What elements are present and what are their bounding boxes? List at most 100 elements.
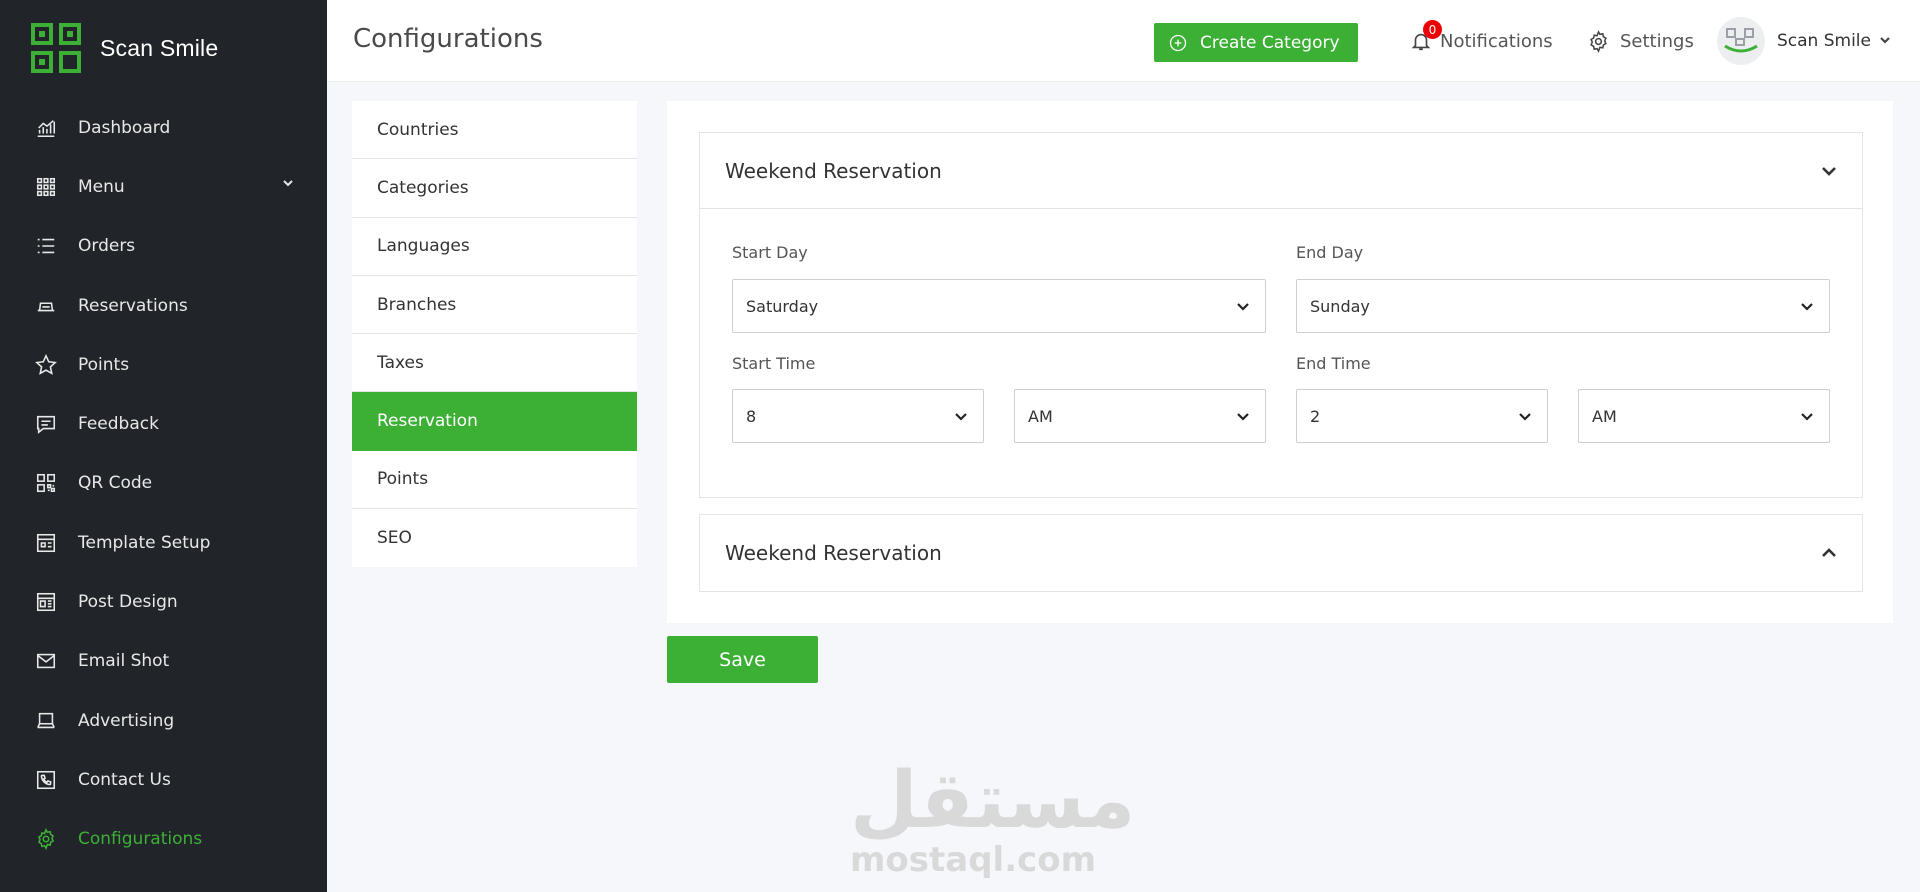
sidebar-item-label: Feedback (78, 414, 159, 435)
watermark: مستقل mostaql.com (850, 756, 1136, 880)
config-item-reservation[interactable]: Reservation (352, 392, 637, 451)
end-hour-value: 2 (1310, 406, 1321, 426)
user-name: Scan Smile (1777, 31, 1871, 51)
sidebar-item-qr-code[interactable]: QR Code (0, 454, 327, 513)
sidebar-item-email-shot[interactable]: Email Shot (0, 632, 327, 691)
sidebar-item-advertising[interactable]: Advertising (0, 691, 327, 750)
feedback-icon (34, 412, 58, 436)
page-title: Configurations (353, 24, 543, 54)
sidebar-item-label: Contact Us (78, 769, 171, 790)
reservation-panel: Weekend Reservation Start Day Saturday E… (667, 101, 1893, 623)
chevron-down-icon (955, 413, 967, 421)
start-time-label: Start Time (732, 354, 816, 373)
sidebar-item-label: Orders (78, 236, 136, 257)
gear-icon (34, 827, 58, 851)
sidebar: Scan Smile Dashboard Menu Orders Reserva… (0, 0, 327, 892)
chevron-up-icon (1822, 548, 1836, 557)
config-item-branches[interactable]: Branches (352, 276, 637, 335)
sidebar-item-feedback[interactable]: Feedback (0, 394, 327, 453)
sidebar-item-points[interactable]: Points (0, 335, 327, 394)
top-header: Configurations Create Category 0 Notific… (327, 0, 1920, 82)
reservation-icon (34, 294, 58, 318)
accordion-header[interactable]: Weekend Reservation (700, 515, 1862, 591)
chevron-down-icon (1237, 303, 1249, 311)
accordion-title: Weekend Reservation (725, 158, 942, 183)
save-button[interactable]: Save (667, 636, 818, 683)
sidebar-item-label: QR Code (78, 473, 153, 494)
sidebar-item-menu[interactable]: Menu (0, 157, 327, 216)
sidebar-item-label: Template Setup (78, 532, 211, 553)
accordion-title: Weekend Reservation (725, 541, 942, 565)
config-item-taxes[interactable]: Taxes (352, 334, 637, 393)
settings-label: Settings (1620, 31, 1694, 52)
watermark-arabic: مستقل (850, 756, 1136, 846)
sidebar-item-contact-us[interactable]: Contact Us (0, 750, 327, 809)
accordion-header[interactable]: Weekend Reservation (700, 133, 1862, 209)
sidebar-item-dashboard[interactable]: Dashboard (0, 98, 327, 157)
laptop-icon (34, 709, 58, 733)
mail-icon (34, 649, 58, 673)
sidebar-item-label: Menu (78, 176, 125, 197)
config-item-countries[interactable]: Countries (352, 101, 637, 160)
config-item-categories[interactable]: Categories (352, 159, 637, 218)
start-day-select[interactable]: Saturday (732, 279, 1266, 333)
scan-smile-logo-icon (1724, 28, 1758, 53)
end-time-label: End Time (1296, 354, 1371, 373)
start-day-label: Start Day (732, 243, 808, 262)
configuration-menu: Countries Categories Languages Branches … (352, 101, 637, 568)
sidebar-nav: Dashboard Menu Orders Reservations Point… (0, 98, 327, 869)
chevron-down-icon (1801, 303, 1813, 311)
watermark-latin: mostaql.com (850, 840, 1097, 880)
sidebar-item-label: Advertising (78, 710, 175, 731)
config-item-languages[interactable]: Languages (352, 218, 637, 276)
brand[interactable]: Scan Smile (30, 22, 218, 74)
star-icon (34, 353, 58, 377)
avatar (1717, 17, 1765, 65)
post-icon (34, 590, 58, 614)
notifications-link[interactable]: 0 Notifications (1410, 20, 1553, 54)
chart-icon (34, 116, 58, 140)
sidebar-item-label: Points (78, 354, 130, 375)
config-item-seo[interactable]: SEO (352, 509, 637, 567)
settings-link[interactable]: Settings (1587, 30, 1694, 53)
qr-icon (34, 471, 58, 495)
sidebar-item-configurations[interactable]: Configurations (0, 810, 327, 869)
brand-name: Scan Smile (100, 34, 219, 61)
sidebar-item-label: Configurations (78, 829, 203, 850)
chevron-down-icon[interactable] (281, 175, 295, 195)
start-day-value: Saturday (746, 296, 819, 316)
start-hour-select[interactable]: 8 (732, 389, 984, 443)
config-item-points[interactable]: Points (352, 451, 637, 510)
sidebar-item-reservations[interactable]: Reservations (0, 276, 327, 335)
sidebar-item-label: Email Shot (78, 651, 170, 672)
grid-icon (34, 175, 58, 199)
sidebar-item-label: Dashboard (78, 117, 171, 138)
create-category-button[interactable]: Create Category (1154, 23, 1358, 62)
end-period-select[interactable]: AM (1578, 389, 1830, 443)
chevron-down-icon (1822, 166, 1836, 176)
end-hour-select[interactable]: 2 (1296, 389, 1548, 443)
template-icon (34, 531, 58, 555)
sidebar-item-label: Post Design (78, 592, 178, 613)
chevron-down-icon (1871, 31, 1891, 51)
chevron-down-icon (1237, 413, 1249, 421)
notifications-label: Notifications (1440, 30, 1553, 52)
weekend-reservation-accordion: Weekend Reservation (699, 514, 1863, 592)
bell-icon: 0 (1410, 20, 1442, 54)
end-day-value: Sunday (1310, 296, 1370, 316)
sidebar-item-label: Reservations (78, 295, 188, 316)
user-menu[interactable]: Scan Smile (1717, 17, 1891, 65)
sidebar-item-post-design[interactable]: Post Design (0, 572, 327, 631)
end-day-select[interactable]: Sunday (1296, 279, 1830, 333)
sidebar-item-orders[interactable]: Orders (0, 217, 327, 276)
start-period-select[interactable]: AM (1014, 389, 1266, 443)
start-hour-value: 8 (746, 406, 757, 426)
notification-count-badge: 0 (1423, 20, 1442, 39)
start-period-value: AM (1028, 406, 1053, 426)
plus-circle-icon (1169, 34, 1187, 51)
sidebar-item-template-setup[interactable]: Template Setup (0, 513, 327, 572)
list-icon (34, 234, 58, 258)
chevron-down-icon (1519, 413, 1531, 421)
weekend-reservation-accordion: Weekend Reservation Start Day Saturday E… (699, 132, 1863, 498)
gear-icon (1590, 30, 1607, 53)
